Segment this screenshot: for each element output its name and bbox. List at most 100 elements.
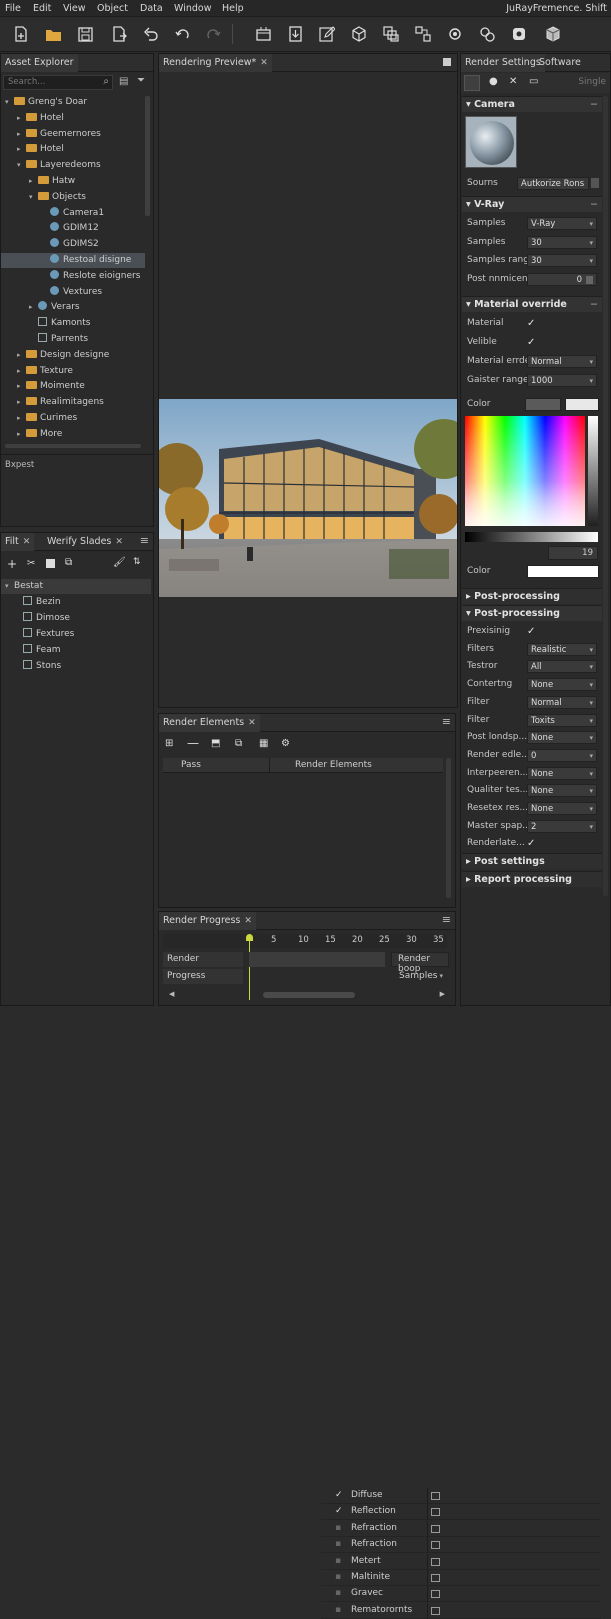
tree-item[interactable]: GDIM12: [1, 221, 145, 236]
panel-menu-icon[interactable]: ≡: [442, 715, 451, 728]
close-icon[interactable]: ✕: [115, 537, 123, 547]
camera-thumbnail[interactable]: [465, 116, 517, 168]
setting-dropdown[interactable]: Toxits ▾: [527, 713, 597, 727]
color-swatch-dark[interactable]: [525, 398, 561, 411]
chevron-right-icon[interactable]: ▸: [29, 174, 38, 189]
tab-filt[interactable]: Filt ✕: [1, 533, 35, 551]
save-small-icon[interactable]: [46, 559, 55, 568]
search-icon[interactable]: ⌕: [103, 76, 109, 87]
element-toggle-icon[interactable]: [431, 1508, 440, 1517]
setting-field[interactable]: 0: [527, 272, 597, 286]
timeline-ruler[interactable]: 5 10 15 20 25 30 35: [163, 934, 447, 1000]
list-view-icon[interactable]: ▤: [119, 76, 128, 87]
setting-dropdown[interactable]: None ▾: [527, 802, 597, 815]
material-override-section-header[interactable]: ▾ Material override −: [462, 296, 602, 312]
panel-menu-icon[interactable]: ≡: [442, 913, 451, 926]
options-icon[interactable]: ⚙: [281, 738, 290, 749]
export-icon[interactable]: [108, 23, 130, 45]
setting-dropdown[interactable]: None ▾: [527, 678, 597, 692]
setting-dropdown[interactable]: 0 ▾: [527, 748, 597, 762]
element-toggle-icon[interactable]: [431, 1524, 440, 1533]
row-checkbox[interactable]: ▪: [335, 1539, 341, 1549]
gears-icon[interactable]: [476, 23, 498, 45]
list-icon[interactable]: ▦: [259, 738, 268, 749]
row-checkbox[interactable]: ▪: [335, 1556, 341, 1566]
tree-item[interactable]: ▸ Hotel: [1, 111, 145, 126]
filter-item[interactable]: Feam: [1, 643, 151, 658]
tree-item[interactable]: Vextures: [1, 285, 145, 300]
filter-icon[interactable]: ⏷: [137, 75, 145, 86]
close-icon[interactable]: ✕: [248, 718, 256, 728]
undo-alt-icon[interactable]: [172, 23, 194, 45]
tree-item[interactable]: ▾ Objects: [1, 190, 145, 205]
table-row[interactable]: ▪ Rematorornts: [321, 1602, 601, 1619]
chevron-down-icon[interactable]: ▾: [29, 190, 38, 205]
filter-item[interactable]: Bezin: [1, 595, 151, 610]
camera-section-header[interactable]: ▾ Camera −: [462, 96, 602, 112]
value-gradient-slider[interactable]: [465, 532, 598, 542]
scroll-left-icon[interactable]: ◀: [169, 990, 174, 998]
save-icon[interactable]: [74, 23, 96, 45]
move-up-icon[interactable]: ⬒: [211, 738, 220, 749]
menu-data[interactable]: Data: [140, 3, 163, 14]
chevron-right-icon[interactable]: ▸: [17, 127, 26, 142]
layers-icon[interactable]: [380, 23, 402, 45]
color-value-field[interactable]: 19: [548, 546, 598, 560]
menu-file[interactable]: File: [5, 3, 21, 14]
tab-asset-explorer[interactable]: Asset Explorer: [1, 54, 78, 72]
sources-field[interactable]: Autkorize Rons: [517, 177, 589, 190]
brush-icon[interactable]: 🖌: [113, 557, 126, 568]
table-row[interactable]: ▪ Refraction: [321, 1520, 601, 1537]
element-toggle-icon[interactable]: [431, 1590, 440, 1599]
search-input[interactable]: Search... ⌕: [3, 75, 113, 90]
setting-dropdown[interactable]: 2 ▾: [527, 819, 597, 833]
setting-checkbox[interactable]: ✓: [527, 334, 535, 351]
redo-icon[interactable]: [202, 23, 224, 45]
setting-dropdown[interactable]: None ▾: [527, 784, 597, 798]
tree-item[interactable]: Reslote eioigners: [1, 269, 145, 284]
post-processing-section-header[interactable]: ▾ Post-processing: [462, 605, 602, 621]
transform-icon[interactable]: [412, 23, 434, 45]
table-row[interactable]: ✓ Reflection: [321, 1504, 601, 1521]
tree-item[interactable]: ▸ Hatw: [1, 174, 145, 189]
chevron-right-icon[interactable]: ▸: [17, 427, 26, 442]
post-settings-header[interactable]: ▸ Post settings: [462, 853, 602, 869]
folder-icon[interactable]: ▭: [529, 76, 538, 87]
edit-icon[interactable]: [316, 23, 338, 45]
chevron-right-icon[interactable]: ▸: [17, 142, 26, 157]
import-icon[interactable]: [284, 23, 306, 45]
row-checkbox[interactable]: ▪: [335, 1572, 341, 1582]
report-processing-header[interactable]: ▸ Report processing: [462, 871, 602, 887]
undo-icon[interactable]: [140, 23, 162, 45]
gear-icon[interactable]: [508, 23, 530, 45]
table-row[interactable]: ▪ Metert: [321, 1553, 601, 1570]
row-checkbox[interactable]: ▪: [335, 1588, 341, 1598]
tree-vertical-scrollbar[interactable]: [145, 96, 150, 216]
tree-item[interactable]: ▸ Curimes: [1, 411, 145, 426]
tree-item[interactable]: ▸ Hotel: [1, 142, 145, 157]
tree-item[interactable]: ▸ More: [1, 427, 145, 442]
chevron-right-icon[interactable]: ▸: [17, 111, 26, 126]
tools-icon[interactable]: ✕: [509, 76, 517, 87]
menu-help[interactable]: Help: [222, 3, 244, 14]
setting-dropdown[interactable]: All ▾: [527, 660, 597, 674]
close-icon[interactable]: ✕: [244, 916, 252, 926]
setting-dropdown[interactable]: None ▾: [527, 731, 597, 745]
tab-verify-slades[interactable]: Werify Slades ✕: [43, 533, 127, 551]
package-icon[interactable]: [542, 23, 564, 45]
cube-icon[interactable]: [348, 23, 370, 45]
chevron-down-icon[interactable]: ▾: [5, 95, 14, 110]
tab-software[interactable]: Software: [535, 54, 585, 72]
open-folder-icon[interactable]: [42, 23, 64, 45]
element-toggle-icon[interactable]: [431, 1606, 440, 1615]
menu-window[interactable]: Window: [174, 3, 211, 14]
tree-item[interactable]: Camera1: [1, 206, 145, 221]
chevron-right-icon[interactable]: ▸: [17, 395, 26, 410]
setting-checkbox[interactable]: ✓: [527, 835, 535, 852]
color-picker-field[interactable]: [465, 416, 585, 526]
filter-item[interactable]: Stons: [1, 659, 151, 674]
tree-item[interactable]: ▸ Geemernores: [1, 127, 145, 142]
duplicate-icon[interactable]: ⧉: [235, 738, 242, 749]
scroll-right-icon[interactable]: ▶: [440, 990, 445, 998]
setting-dropdown[interactable]: Normal ▾: [527, 355, 597, 368]
